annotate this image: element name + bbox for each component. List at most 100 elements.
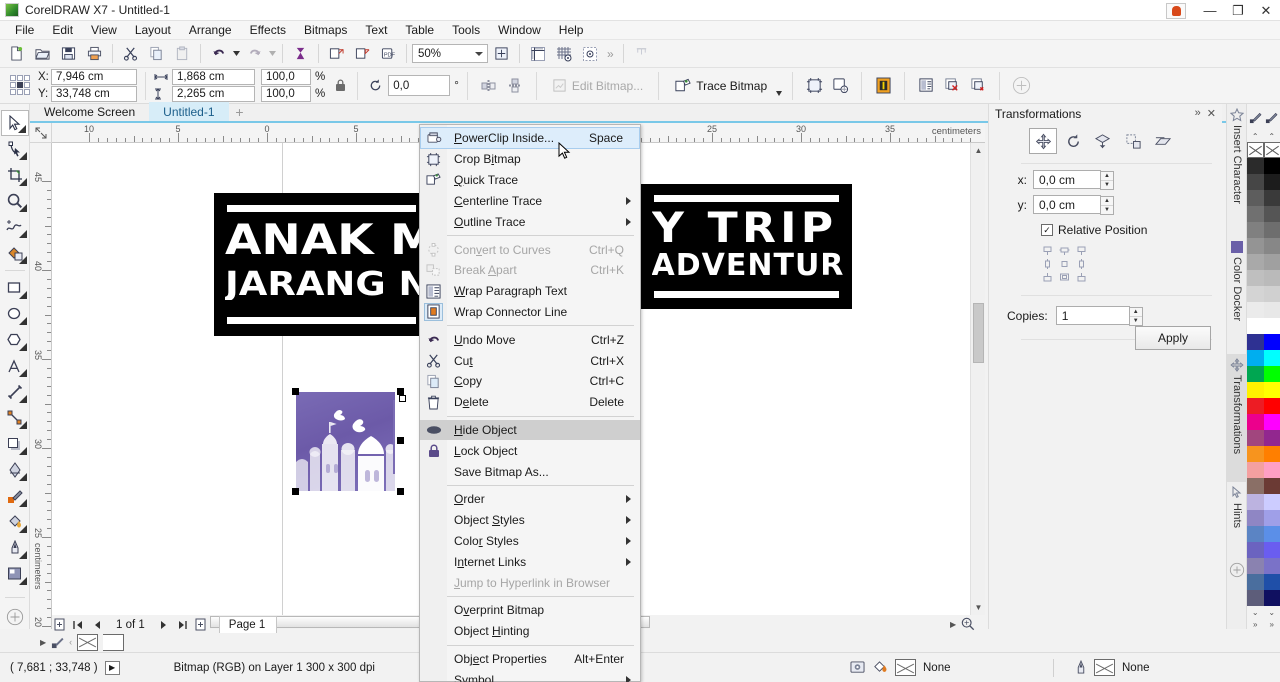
- anchor-bottom-center[interactable]: [1056, 270, 1073, 283]
- selection-handle-nw[interactable]: [292, 388, 299, 395]
- context-menu-item-order[interactable]: Order: [420, 489, 640, 510]
- menu-bitmaps[interactable]: Bitmaps: [295, 21, 356, 39]
- import-icon[interactable]: [324, 42, 349, 66]
- context-menu-item-quick-trace[interactable]: Quick Trace: [420, 170, 640, 191]
- page-tab-page-1[interactable]: Page 1: [218, 616, 278, 633]
- copies-spinner[interactable]: ▲ ▼: [1128, 307, 1143, 326]
- selection-handle-e[interactable]: [397, 437, 404, 444]
- palette-swatch[interactable]: [1247, 158, 1264, 174]
- palette-expand[interactable]: »»: [1247, 618, 1280, 630]
- next-page-icon[interactable]: [156, 617, 171, 632]
- export-icon[interactable]: [350, 42, 375, 66]
- palette-swatch[interactable]: [1247, 334, 1264, 350]
- context-menu-item-outline-trace[interactable]: Outline Trace: [420, 211, 640, 232]
- selection-handle-n[interactable]: [399, 395, 406, 402]
- context-menu-item-wrap-connector-line[interactable]: Wrap Connector Line: [420, 302, 640, 323]
- scroll-up-arrow-icon[interactable]: ▲: [971, 143, 986, 158]
- palette-swatch[interactable]: [1247, 238, 1264, 254]
- palette-swatch[interactable]: [1247, 366, 1264, 382]
- context-menu-item-hide-object[interactable]: Hide Object: [420, 419, 640, 441]
- redo-dropdown-arrow-icon[interactable]: [268, 51, 277, 56]
- size-transform-icon[interactable]: [1119, 128, 1147, 154]
- transparency-tool[interactable]: [1, 457, 29, 483]
- show-rulers-icon[interactable]: [525, 42, 550, 66]
- ruler-origin-button[interactable]: [30, 123, 52, 143]
- context-menu-item-crop-bitmap[interactable]: Crop Bitmap: [420, 149, 640, 170]
- parallel-dimension-tool[interactable]: [1, 379, 29, 405]
- docker-tab-hints[interactable]: Hints: [1227, 482, 1247, 554]
- text-tool[interactable]: [1, 353, 29, 379]
- palette-swatch[interactable]: [1247, 190, 1264, 206]
- tab-welcome-screen[interactable]: Welcome Screen: [30, 102, 149, 121]
- resample-icon[interactable]: [827, 73, 853, 99]
- zoom-to-fit-icon[interactable]: [489, 42, 514, 66]
- navigator-icon[interactable]: [961, 617, 975, 631]
- object-height-input[interactable]: 2,265 cm: [172, 86, 255, 102]
- object-width-input[interactable]: 1,868 cm: [172, 69, 255, 85]
- menu-window[interactable]: Window: [489, 21, 550, 39]
- color-eyedropper-tool[interactable]: [1, 483, 29, 509]
- position-transform-icon[interactable]: [1029, 128, 1057, 154]
- publish-pdf-icon[interactable]: PDF: [376, 42, 401, 66]
- palette-swatch[interactable]: [1264, 302, 1280, 318]
- vertical-scroll-thumb[interactable]: [973, 303, 984, 363]
- menu-text[interactable]: Text: [356, 21, 396, 39]
- open-document-icon[interactable]: [30, 42, 55, 66]
- palette-swatch[interactable]: [1247, 254, 1264, 270]
- last-page-icon[interactable]: [175, 617, 190, 632]
- mosque-bitmap[interactable]: [296, 392, 395, 491]
- palette-outline-eyedropper-icon[interactable]: [1264, 104, 1280, 130]
- docker-collapse-icon[interactable]: »: [1195, 107, 1201, 120]
- apply-button[interactable]: Apply: [1135, 326, 1211, 350]
- first-page-icon[interactable]: [71, 617, 86, 632]
- context-menu-item-wrap-paragraph-text[interactable]: Wrap Paragraph Text: [420, 281, 640, 302]
- mirror-horizontal-icon[interactable]: [476, 73, 502, 99]
- palette-swatch[interactable]: [1264, 222, 1280, 238]
- cut-scissors-icon[interactable]: [118, 42, 143, 66]
- rotation-angle-input[interactable]: 0,0: [388, 75, 451, 96]
- bitmap-color-mask-icon[interactable]: [870, 73, 896, 99]
- palette-swatch[interactable]: [1264, 494, 1280, 510]
- palette-scroll-down[interactable]: ⌄ ⌄: [1247, 606, 1280, 618]
- quick-customize-button[interactable]: [1, 604, 29, 630]
- palette-swatch[interactable]: [1247, 462, 1264, 478]
- context-menu-item-object-styles[interactable]: Object Styles: [420, 510, 640, 531]
- palette-swatch[interactable]: [1264, 382, 1280, 398]
- palette-swatch[interactable]: [1247, 542, 1264, 558]
- add-page-after-icon[interactable]: [194, 617, 209, 632]
- chevron-down-icon[interactable]: [475, 52, 483, 56]
- palette-swatch[interactable]: [1247, 222, 1264, 238]
- palette-swatch[interactable]: [1264, 254, 1280, 270]
- vertical-scrollbar[interactable]: ▲ ▼: [970, 143, 985, 615]
- save-icon[interactable]: [56, 42, 81, 66]
- close-button[interactable]: ✕: [1252, 0, 1280, 21]
- set-page-frame-icon[interactable]: [965, 73, 991, 99]
- rectangle-tool[interactable]: [1, 275, 29, 301]
- menu-table[interactable]: Table: [396, 21, 443, 39]
- smart-fill-tool[interactable]: [1, 240, 29, 266]
- show-guides-icon[interactable]: [577, 42, 602, 66]
- outline-pen-tool[interactable]: [1, 535, 29, 561]
- new-tab-button[interactable]: +: [229, 102, 251, 121]
- menu-edit[interactable]: Edit: [43, 21, 82, 39]
- anchor-point-selector[interactable]: [1039, 244, 1222, 283]
- object-origin-selector[interactable]: [10, 74, 32, 97]
- skew-transform-icon[interactable]: [1149, 128, 1177, 154]
- context-menu-item-object-hinting[interactable]: Object Hinting: [420, 621, 640, 642]
- shape-tool[interactable]: [1, 136, 29, 162]
- undo-icon[interactable]: [206, 42, 231, 66]
- drop-shadow-tool[interactable]: [1, 431, 29, 457]
- straight-line-connector-tool[interactable]: [1, 405, 29, 431]
- anchor-top-right[interactable]: [1073, 244, 1090, 257]
- snap-to-icon[interactable]: [629, 42, 654, 66]
- minimize-button[interactable]: —: [1196, 0, 1224, 21]
- palette-swatch[interactable]: [1264, 350, 1280, 366]
- outline-pen-icon[interactable]: [1075, 660, 1087, 675]
- display-icon[interactable]: [850, 660, 865, 675]
- context-menu-item-internet-links[interactable]: Internet Links: [420, 551, 640, 572]
- delete-page-frame-icon[interactable]: [939, 73, 965, 99]
- anchor-bottom-right[interactable]: [1073, 270, 1090, 283]
- palette-swatch[interactable]: [1264, 398, 1280, 414]
- menu-arrange[interactable]: Arrange: [180, 21, 241, 39]
- palette-swatch[interactable]: [1264, 510, 1280, 526]
